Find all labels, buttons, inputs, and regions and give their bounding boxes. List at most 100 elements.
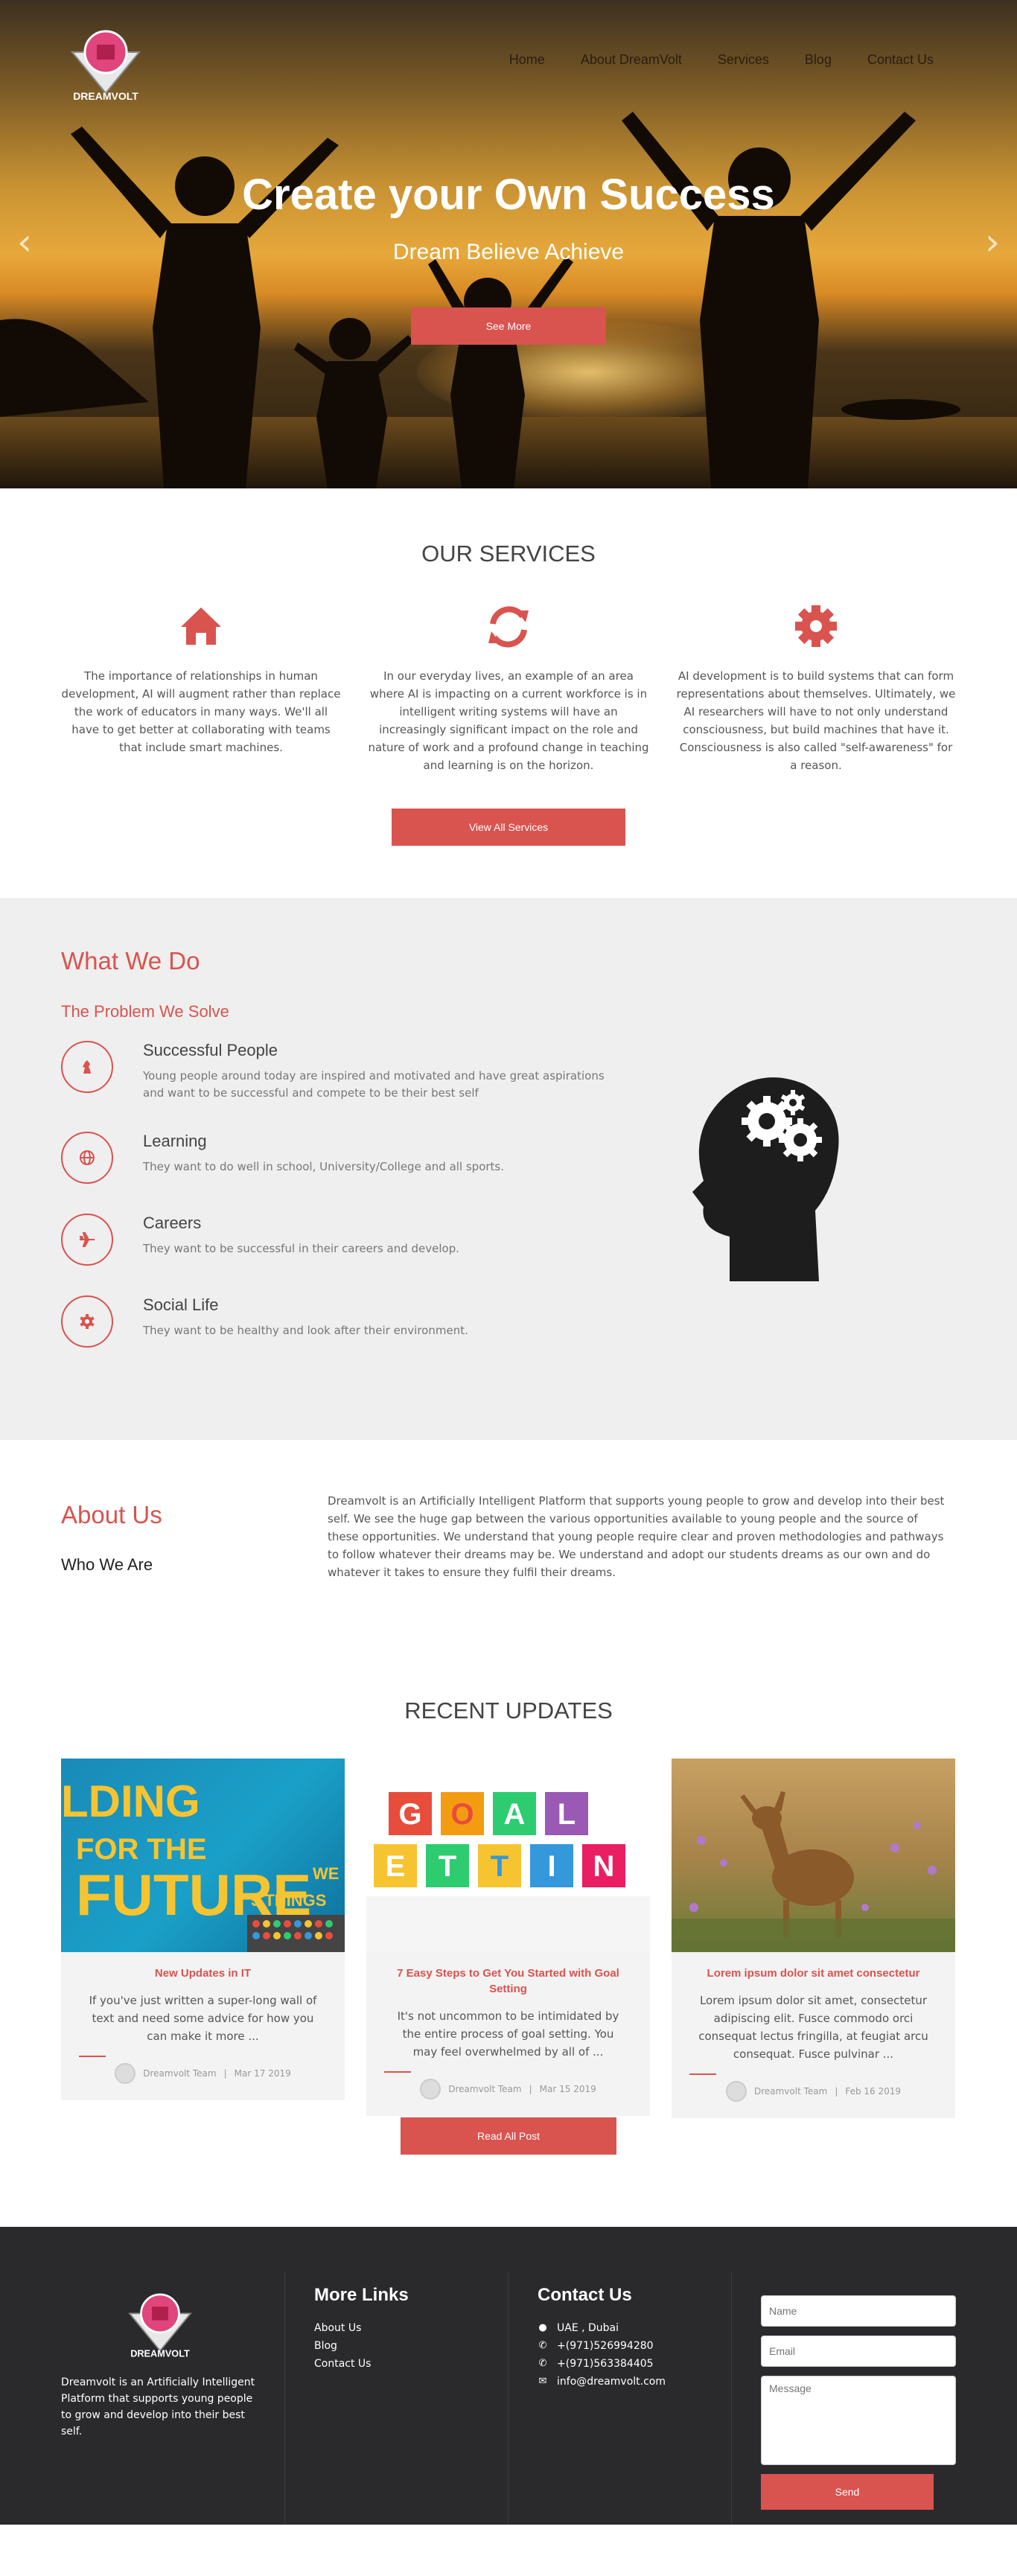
footer-link-about[interactable]: About Us	[314, 2319, 371, 2337]
feature-title: Successful People	[143, 1041, 278, 1059]
feature-item: Successful People Young people around to…	[61, 1041, 605, 1100]
nav-contact[interactable]: Contact Us	[867, 52, 934, 68]
contact-row: ✉ info@dreamvolt.com	[538, 2373, 666, 2391]
post-divider	[79, 2056, 106, 2057]
name-field[interactable]	[761, 2295, 956, 2327]
post-author: Dreamvolt Team	[143, 2068, 217, 2079]
feature-text: They want to be successful in their care…	[143, 1242, 460, 1255]
chess-knight-icon	[61, 1041, 113, 1093]
contact-title: Contact Us	[538, 2285, 632, 2305]
email-field[interactable]	[761, 2336, 956, 2367]
what-we-do-section: What We Do The Problem We Solve Successf…	[0, 898, 1017, 1440]
nav-blog[interactable]: Blog	[805, 52, 832, 68]
nav-services[interactable]: Services	[718, 52, 769, 68]
meta-separator: |	[835, 2086, 838, 2097]
post-image: LDING FOR THE FUTURE 5 THINGS WE M	[61, 1759, 345, 1952]
contact-phone-2[interactable]: +(971)563384405	[557, 2355, 654, 2373]
read-all-posts-button[interactable]: Read All Post	[401, 2117, 616, 2155]
services-section: OUR SERVICES The importance of relations…	[0, 488, 1017, 898]
recent-updates-section: RECENT UPDATES LDING FOR THE FUTURE 5 TH…	[0, 1671, 1017, 2227]
avatar	[420, 2079, 441, 2100]
footer-link-blog[interactable]: Blog	[314, 2337, 371, 2355]
avatar	[725, 2081, 747, 2102]
svg-text:A: A	[504, 1798, 526, 1831]
footer-link-contact[interactable]: Contact Us	[314, 2355, 371, 2373]
avatar	[115, 2063, 136, 2084]
post-excerpt: It's not uncommon to be intimidated by t…	[397, 2009, 619, 2059]
phone-icon: ✆	[538, 2358, 547, 2369]
service-text: The importance of relationships in human…	[61, 669, 341, 754]
feature-item: Social Life They want to be healthy and …	[61, 1295, 597, 1355]
post-card[interactable]: G O A L E T T I N 7 Easy Steps to Get Yo…	[366, 1759, 650, 2116]
post-image	[672, 1759, 955, 1952]
svg-text:L: L	[558, 1798, 576, 1831]
head-gears-illustration	[685, 1058, 849, 1289]
feature-title: Learning	[143, 1132, 207, 1150]
post-excerpt: Lorem ipsum dolor sit amet, consectetur …	[698, 1994, 928, 2061]
svg-text:FOR THE: FOR THE	[76, 1833, 207, 1866]
svg-text:O: O	[450, 1798, 474, 1831]
post-date: Mar 17 2019	[234, 2068, 291, 2079]
feature-item: Learning They want to do well in school,…	[61, 1132, 597, 1191]
contact-phone-1[interactable]: +(971)526994280	[557, 2337, 654, 2355]
post-title[interactable]: New Updates in IT	[83, 1966, 322, 1981]
post-title[interactable]: Lorem ipsum dolor sit amet consectetur	[694, 1966, 933, 1981]
contact-row: ✆ +(971)563384405	[538, 2355, 666, 2373]
svg-text:DREAMVOLT: DREAMVOLT	[73, 90, 138, 102]
post-author: Dreamvolt Team	[448, 2084, 522, 2094]
post-card[interactable]: Lorem ipsum dolor sit amet consectetur L…	[672, 1759, 955, 2118]
nav-menu: Home About DreamVolt Services Blog Conta…	[509, 52, 934, 68]
chevron-right-icon[interactable]: ›	[981, 223, 1004, 261]
dreamvolt-logo[interactable]: DREAMVOLT	[61, 22, 150, 104]
post-card[interactable]: LDING FOR THE FUTURE 5 THINGS WE M New U…	[61, 1759, 345, 2100]
post-date: Feb 16 2019	[845, 2086, 902, 2097]
post-divider	[384, 2071, 411, 2073]
map-marker-icon: ●	[538, 2322, 547, 2333]
see-more-button[interactable]: See More	[411, 307, 606, 345]
message-field[interactable]	[761, 2376, 956, 2465]
svg-text:DREAMVOLT: DREAMVOLT	[130, 2348, 190, 2359]
footer-about-text: Dreamvolt is an Artificially Intelligent…	[61, 2376, 255, 2438]
envelope-icon: ✉	[538, 2376, 547, 2387]
contact-address: UAE , Dubai	[557, 2322, 619, 2334]
post-date: Mar 15 2019	[539, 2084, 596, 2094]
post-meta: Dreamvolt Team | Mar 15 2019	[366, 2079, 650, 2100]
svg-text:T: T	[439, 1850, 456, 1883]
refresh-icon	[482, 600, 535, 652]
hero-subtitle: Dream Believe Achieve	[392, 240, 625, 264]
main-navigation: DREAMVOLT Home About DreamVolt Services …	[0, 0, 1017, 112]
contact-email[interactable]: info@dreamvolt.com	[557, 2373, 666, 2391]
hero-slider: DREAMVOLT Home About DreamVolt Services …	[0, 0, 1017, 488]
column-divider	[731, 2271, 732, 2525]
post-author: Dreamvolt Team	[753, 2086, 828, 2097]
service-item: The importance of relationships in human…	[60, 600, 342, 756]
svg-text:I: I	[547, 1850, 555, 1883]
meta-separator: |	[529, 2084, 532, 2094]
about-title: About Us	[61, 1501, 162, 1528]
svg-text:E: E	[386, 1850, 406, 1883]
gear-icon	[61, 1295, 113, 1348]
column-divider	[284, 2271, 285, 2525]
svg-text:WE M: WE M	[313, 1864, 345, 1883]
service-item: AI development is to build systems that …	[675, 600, 957, 774]
updates-title: RECENT UPDATES	[404, 1697, 613, 1724]
svg-text:G: G	[398, 1798, 421, 1831]
send-button[interactable]: Send	[761, 2474, 934, 2510]
services-title: OUR SERVICES	[421, 541, 596, 567]
service-text: In our everyday lives, an example of an …	[368, 669, 649, 772]
post-divider	[689, 2073, 716, 2075]
gear-icon	[790, 600, 842, 652]
post-excerpt: If you've just written a super-long wall…	[89, 1994, 317, 2043]
post-image: G O A L E T T I N	[366, 1759, 650, 1952]
feature-text: They want to do well in school, Universi…	[143, 1160, 505, 1173]
post-title[interactable]: 7 Easy Steps to Get You Started with Goa…	[389, 1966, 628, 1997]
feature-text: Young people around today are inspired a…	[143, 1069, 605, 1100]
feature-title: Social Life	[143, 1295, 219, 1314]
footer-logo[interactable]: DREAMVOLT	[119, 2286, 201, 2361]
chevron-left-icon[interactable]: ‹	[13, 223, 36, 261]
contact-form: Send	[761, 2295, 956, 2510]
view-all-services-button[interactable]: View All Services	[392, 809, 625, 846]
nav-home[interactable]: Home	[509, 52, 545, 68]
hero-title: Create your Own Success	[242, 170, 775, 219]
nav-about[interactable]: About DreamVolt	[581, 52, 682, 68]
